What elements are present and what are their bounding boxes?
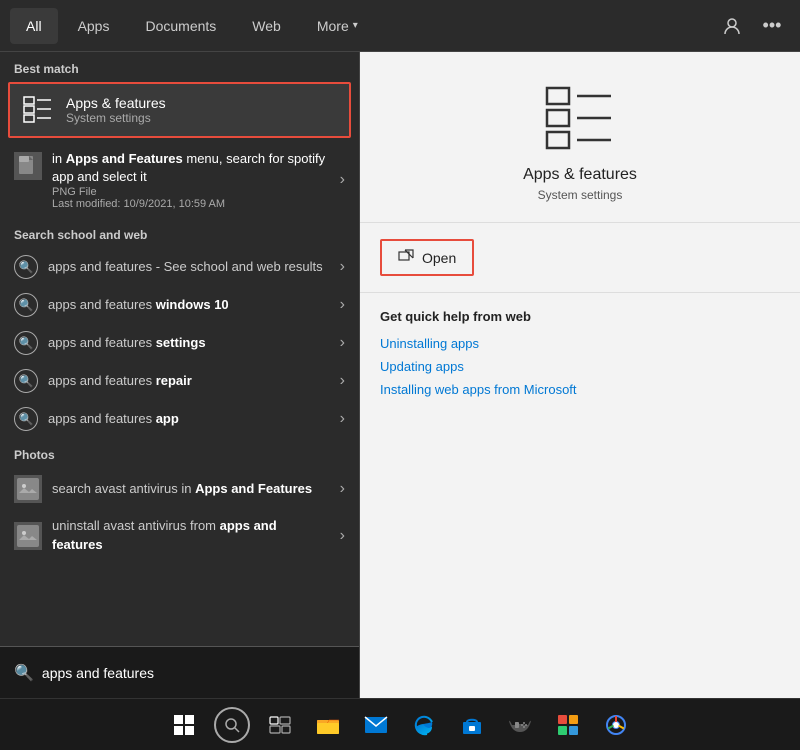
chevron-right-icon-2: › — [340, 296, 345, 314]
big-app-icon — [544, 82, 616, 154]
web-result-text-3: apps and features settings — [48, 334, 330, 352]
store-button[interactable] — [450, 703, 494, 747]
file-result-item[interactable]: in Apps and Features menu, search for sp… — [0, 142, 359, 218]
open-label: Open — [422, 250, 456, 266]
colorful-grid-button[interactable] — [546, 703, 590, 747]
search-circle-icon-4: 🔍 — [14, 369, 38, 393]
chevron-right-icon-photo-2: › — [340, 527, 345, 545]
best-match-title: Apps & features — [66, 95, 166, 111]
start-menu: All Apps Documents Web More ▾ ••• Best m… — [0, 0, 800, 698]
left-panel: Best match Apps & features System sett — [0, 52, 360, 698]
search-input[interactable] — [42, 665, 345, 681]
search-circle-icon-2: 🔍 — [14, 293, 38, 317]
taskview-button[interactable] — [258, 703, 302, 747]
open-icon — [398, 248, 414, 267]
web-result-text-4: apps and features repair — [48, 372, 330, 390]
photo-text-1: search avast antivirus in Apps and Featu… — [52, 480, 330, 498]
web-result-5[interactable]: 🔍 apps and features app › — [0, 400, 359, 438]
web-result-text-2: apps and features windows 10 — [48, 296, 330, 314]
search-circle-icon-3: 🔍 — [14, 331, 38, 355]
tab-more[interactable]: More ▾ — [301, 8, 374, 44]
right-panel: Apps & features System settings Open — [360, 52, 800, 698]
top-nav: All Apps Documents Web More ▾ ••• — [0, 0, 800, 52]
web-result-text-1: apps and features - See school and web r… — [48, 258, 330, 276]
open-button[interactable]: Open — [380, 239, 474, 276]
file-info: in Apps and Features menu, search for sp… — [52, 150, 330, 210]
tab-documents[interactable]: Documents — [129, 8, 232, 44]
search-icon: 🔍 — [14, 663, 34, 683]
best-match-subtitle: System settings — [66, 111, 166, 125]
quick-help-title: Get quick help from web — [380, 309, 780, 324]
search-circle-icon-5: 🔍 — [14, 407, 38, 431]
content-area: Best match Apps & features System sett — [0, 52, 800, 698]
file-date: Last modified: 10/9/2021, 10:59 AM — [52, 198, 330, 210]
taskbar-search-circle — [214, 707, 250, 743]
chevron-right-icon: › — [340, 171, 345, 189]
quick-help: Get quick help from web Uninstalling app… — [360, 293, 800, 421]
file-type: PNG File — [52, 186, 330, 198]
photo-thumb-1 — [14, 475, 42, 503]
more-options-icon[interactable]: ••• — [754, 8, 790, 44]
windows-button[interactable] — [162, 703, 206, 747]
best-match-item[interactable]: Apps & features System settings — [8, 82, 351, 138]
tab-all[interactable]: All — [10, 8, 58, 44]
chevron-right-icon-4: › — [340, 372, 345, 390]
apps-features-icon — [22, 94, 54, 126]
best-match-label: Best match — [0, 52, 359, 82]
web-result-4[interactable]: 🔍 apps and features repair › — [0, 362, 359, 400]
web-result-3[interactable]: 🔍 apps and features settings › — [0, 324, 359, 362]
open-btn-row: Open — [360, 223, 800, 293]
photo-thumb-2 — [14, 522, 42, 550]
right-top: Apps & features System settings — [360, 52, 800, 223]
chevron-right-icon-1: › — [340, 258, 345, 276]
edge-browser-button[interactable] — [402, 703, 446, 747]
search-school-label: Search school and web — [0, 218, 359, 248]
photo-result-1[interactable]: search avast antivirus in Apps and Featu… — [0, 468, 359, 510]
search-bar: 🔍 — [0, 646, 359, 698]
taskbar-search-button[interactable] — [210, 703, 254, 747]
help-link-3[interactable]: Installing web apps from Microsoft — [380, 382, 780, 397]
tab-apps[interactable]: Apps — [62, 8, 126, 44]
user-icon[interactable] — [714, 8, 750, 44]
file-name: in Apps and Features menu, search for sp… — [52, 150, 330, 186]
mail-button[interactable] — [354, 703, 398, 747]
chrome-button[interactable] — [594, 703, 638, 747]
web-result-2[interactable]: 🔍 apps and features windows 10 › — [0, 286, 359, 324]
best-match-text: Apps & features System settings — [66, 95, 166, 125]
file-thumb-icon — [14, 152, 42, 180]
help-link-2[interactable]: Updating apps — [380, 359, 780, 374]
chevron-down-icon: ▾ — [353, 20, 358, 31]
photos-label: Photos — [0, 438, 359, 468]
tab-web[interactable]: Web — [236, 8, 297, 44]
big-app-name: Apps & features — [523, 166, 637, 184]
chevron-right-icon-5: › — [340, 410, 345, 428]
photo-result-2[interactable]: uninstall avast antivirus from apps and … — [0, 510, 359, 560]
big-app-type: System settings — [538, 188, 623, 202]
chevron-right-icon-photo-1: › — [340, 480, 345, 498]
taskbar — [0, 698, 800, 750]
search-circle-icon: 🔍 — [14, 255, 38, 279]
web-result-1[interactable]: 🔍 apps and features - See school and web… — [0, 248, 359, 286]
photo-text-2: uninstall avast antivirus from apps and … — [52, 517, 330, 553]
web-result-text-5: apps and features app — [48, 410, 330, 428]
chevron-right-icon-3: › — [340, 334, 345, 352]
game-controller-button[interactable] — [498, 703, 542, 747]
file-explorer-button[interactable] — [306, 703, 350, 747]
help-link-1[interactable]: Uninstalling apps — [380, 336, 780, 351]
results-scroll: in Apps and Features menu, search for sp… — [0, 142, 359, 646]
